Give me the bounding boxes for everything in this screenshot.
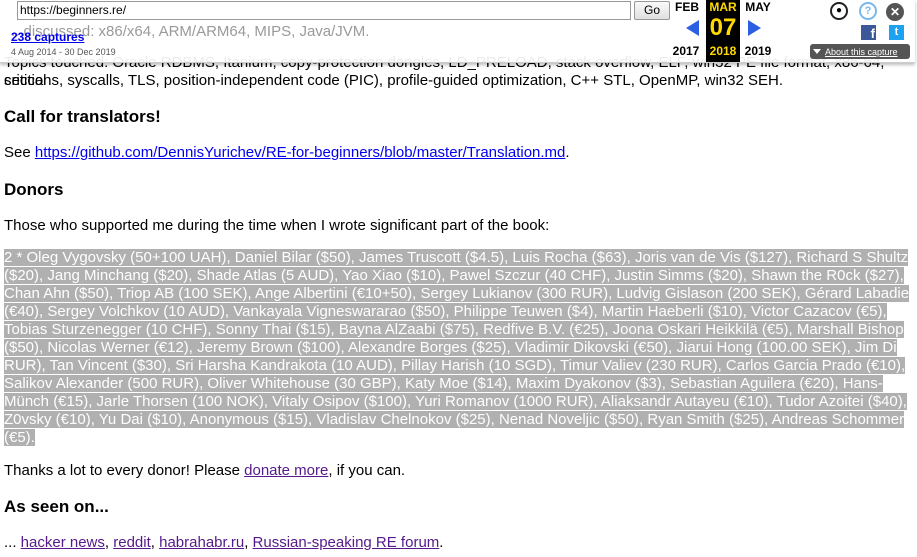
thanks-paragraph: Thanks a lot to every donor! Please dona…	[4, 462, 916, 480]
donor-line-text: Münch (€15), Jarle Thorsen (100 NOK), Vi…	[4, 393, 907, 410]
captures-link[interactable]: 238 captures	[11, 30, 84, 44]
donor-line-text: RUR), Tan Vincent ($30), Sri Harsha Kand…	[4, 357, 906, 374]
about-capture-button[interactable]: About this capture	[810, 44, 910, 59]
next-month[interactable]: MAY	[738, 0, 778, 14]
separator: ,	[104, 534, 114, 551]
translators-paragraph: See https://github.com/DennisYurichev/RE…	[4, 144, 916, 162]
prev-year[interactable]: 2017	[666, 44, 706, 58]
donor-line: ($20), Jang Minchang ($20), Shade Atlas …	[4, 267, 916, 302]
wayback-toolbar: ...discussed: x86/x64, ARM/ARM64, MIPS, …	[0, 0, 917, 63]
donor-line-text: (€5).	[4, 429, 35, 446]
current-month: MAR	[709, 0, 737, 14]
close-icon[interactable]: ✕	[886, 3, 904, 21]
donor-line-text: (€40), Sergey Volchkov (10 AUD), Vankaya…	[4, 303, 887, 320]
donor-line: Z0vsky (€10), Yu Dai ($10), Anonymous ($…	[4, 411, 916, 429]
prev-capture-arrow-icon[interactable]	[686, 20, 699, 36]
caret-down-icon	[813, 49, 821, 54]
donor-line: 2 * Oleg Vygovsky (50+100 UAH), Daniel B…	[4, 249, 916, 267]
url-input[interactable]: https://beginners.re/	[17, 1, 631, 20]
help-icon[interactable]: ?	[859, 2, 877, 20]
donors-list: 2 * Oleg Vygovsky (50+100 UAH), Daniel B…	[4, 249, 916, 447]
donor-line: Münch (€15), Jarle Thorsen (100 NOK), Vi…	[4, 393, 916, 411]
capture-date-range: 4 Aug 2014 - 30 Dec 2019	[11, 47, 116, 57]
translation-link[interactable]: https://github.com/DennisYurichev/RE-for…	[35, 144, 566, 161]
topics-line: sections, syscalls, TLS, position-indepe…	[4, 72, 784, 89]
thanks-prefix: Thanks a lot to every donor! Please	[4, 462, 245, 479]
donor-line: Chan Ahn ($50), Triop AB (100 SEK), Ange…	[4, 285, 916, 303]
donor-line-text: Z0vsky (€10), Yu Dai ($10), Anonymous ($…	[4, 411, 905, 428]
prev-month[interactable]: FEB	[667, 0, 707, 14]
current-day: 07	[709, 14, 737, 41]
separator: ,	[150, 534, 160, 551]
see-suffix: .	[565, 144, 570, 161]
next-capture-arrow-icon[interactable]	[748, 20, 761, 36]
reddit-link[interactable]: reddit	[113, 534, 151, 551]
seen-on-heading: As seen on...	[4, 497, 109, 516]
translators-heading: Call for translators!	[4, 107, 161, 126]
twitter-icon[interactable]: t	[889, 25, 904, 40]
seen-prefix: ...	[4, 534, 21, 551]
current-year: 2018	[709, 44, 737, 58]
donor-line: (€5).	[4, 429, 916, 447]
donor-line-text: Tobias Sturzenegger (10 CHF), Sonny Thai…	[4, 321, 904, 338]
habrahabr-link[interactable]: habrahabr.ru	[159, 534, 244, 551]
donor-line: RUR), Tan Vincent ($30), Sri Harsha Kand…	[4, 357, 916, 375]
go-button[interactable]: Go	[634, 1, 670, 20]
re-forum-link[interactable]: Russian-speaking RE forum	[253, 534, 440, 551]
donor-line-text: Chan Ahn ($50), Triop AB (100 SEK), Ange…	[4, 285, 910, 302]
hacker-news-link[interactable]: hacker news	[21, 534, 105, 551]
donate-link[interactable]: donate more	[244, 462, 328, 479]
seen-suffix: .	[439, 534, 444, 551]
about-capture-label: About this capture	[825, 47, 898, 57]
donor-line: ($50), Nicolas Werner (€12), Jeremy Brow…	[4, 339, 916, 374]
donor-line: Tobias Sturzenegger (10 CHF), Sonny Thai…	[4, 321, 916, 339]
separator: ,	[244, 534, 253, 551]
facebook-icon[interactable]: f	[861, 25, 876, 41]
donors-heading: Donors	[4, 180, 64, 199]
donor-line: Salikov Alexander (500 RUR), Oliver Whit…	[4, 375, 916, 410]
donor-line: (€40), Sergey Volchkov (10 AUD), Vankaya…	[4, 303, 916, 321]
thanks-suffix: , if you can.	[328, 462, 406, 479]
next-year[interactable]: 2019	[738, 44, 778, 58]
donor-line-text: 2 * Oleg Vygovsky (50+100 UAH), Daniel B…	[4, 249, 909, 266]
seen-on-paragraph: ... hacker news, reddit, habrahabr.ru, R…	[4, 534, 916, 552]
user-icon[interactable]: ●	[830, 2, 848, 20]
see-prefix: See	[4, 144, 35, 161]
donors-intro: Those who supported me during the time w…	[4, 217, 550, 234]
